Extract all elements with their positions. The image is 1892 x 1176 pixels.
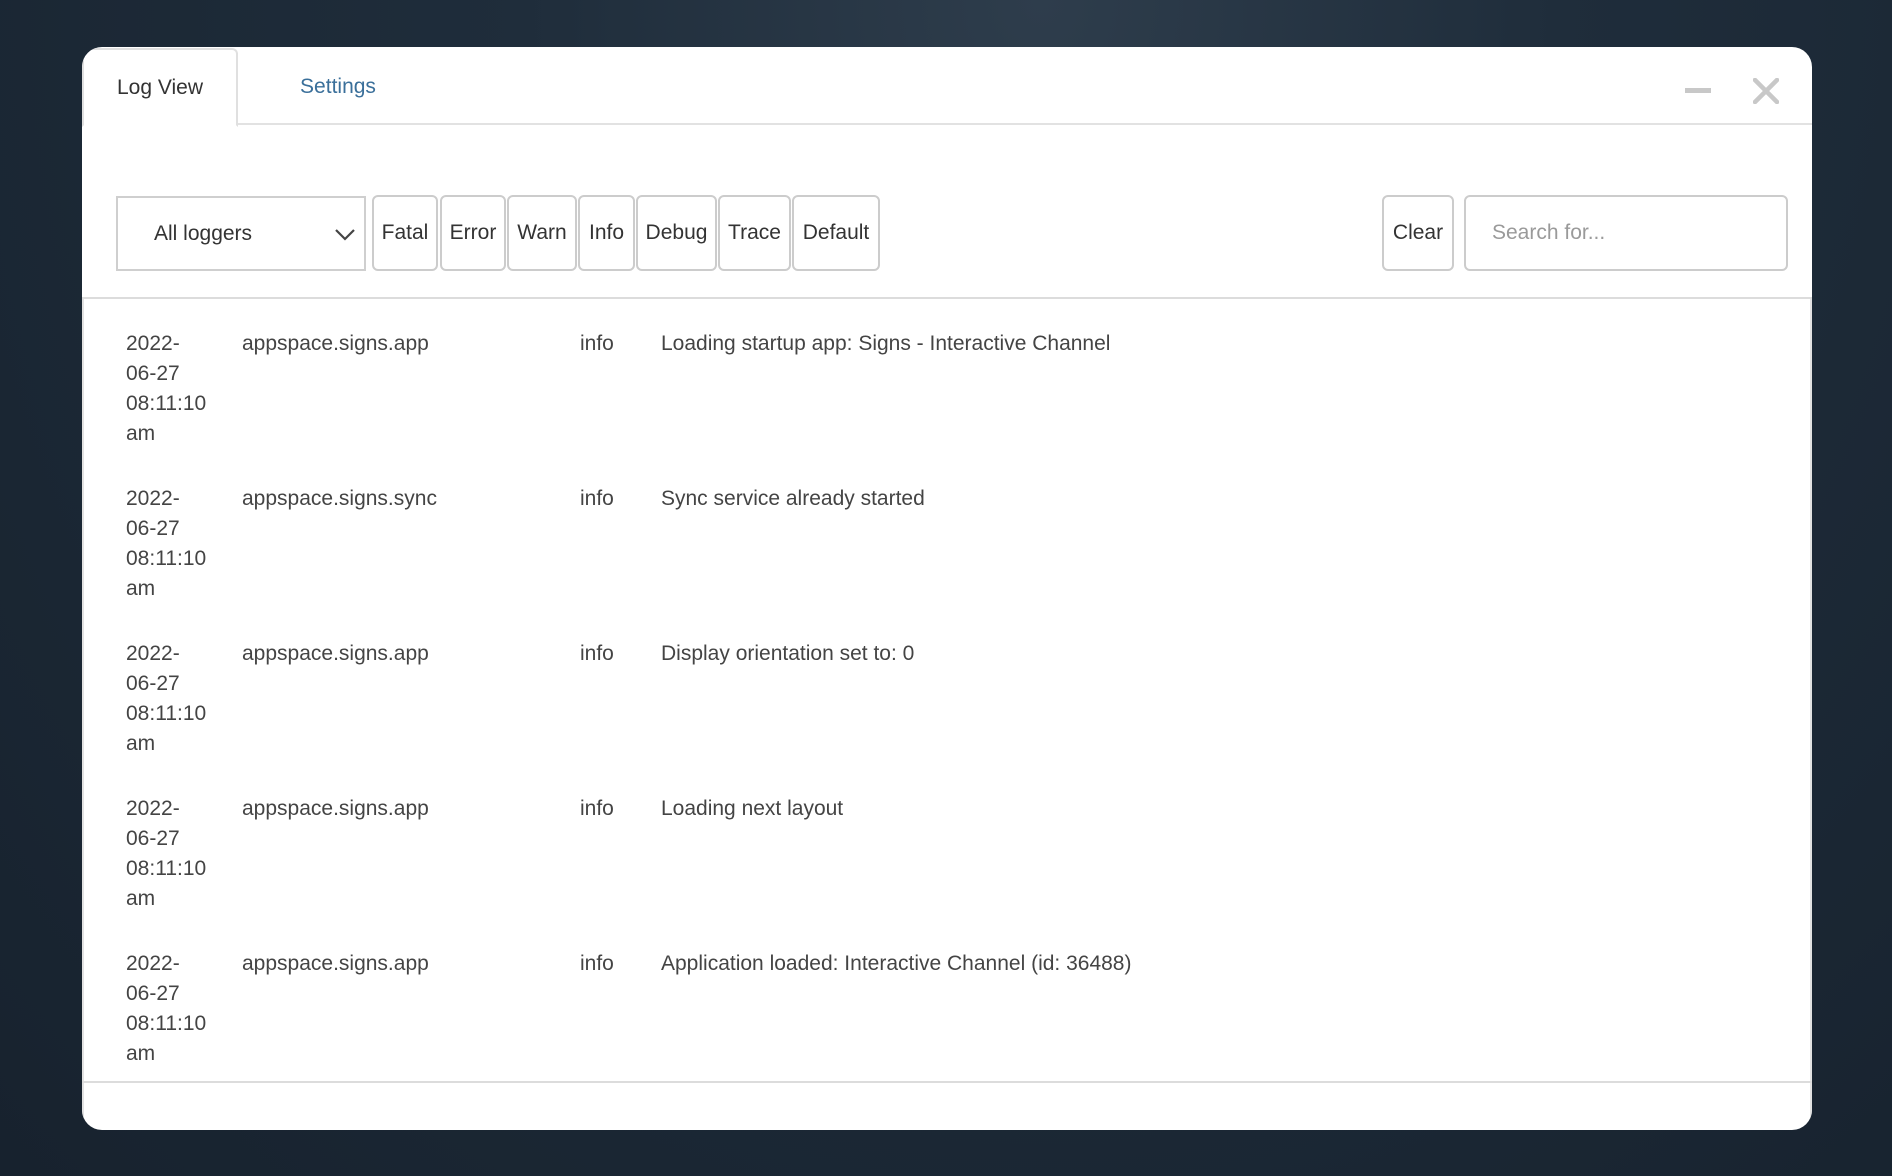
logger-select[interactable]: All loggers (116, 196, 366, 271)
level-fatal-button[interactable]: Fatal (372, 195, 438, 271)
log-level: info (580, 487, 614, 510)
log-row[interactable]: 2022- 06-27 08:11:10 am appspace.signs.app … (84, 299, 1810, 454)
minimize-icon[interactable] (1678, 71, 1718, 111)
footer-divider (82, 1081, 1812, 1083)
log-message: Display orientation set to: 0 (661, 642, 915, 665)
log-timestamp: 2022- 06-27 08:11:10 am (126, 487, 207, 600)
log-row[interactable]: 2022- 06-27 08:11:10 am appspace.signs.app … (84, 919, 1810, 1074)
log-window: Log View Settings All loggers Fatal Erro… (82, 47, 1812, 1130)
log-message: Loading startup app: Signs - Interactive… (661, 332, 1111, 355)
logger-select-value: All loggers (154, 221, 253, 245)
log-row[interactable]: 2022- 06-27 08:11:10 am appspace.signs.sync… (84, 454, 1810, 609)
log-timestamp: 2022- 06-27 08:11:10 am (126, 952, 207, 1065)
log-timestamp: 2022- 06-27 08:11:10 am (126, 332, 207, 445)
log-logger: appspace.signs.app (242, 642, 429, 665)
clear-button[interactable]: Clear (1382, 195, 1454, 271)
tab-settings[interactable]: Settings (278, 48, 398, 125)
log-logger: appspace.signs.app (242, 797, 429, 820)
level-warn-button[interactable]: Warn (507, 195, 577, 271)
log-level: info (580, 952, 614, 975)
log-logger: appspace.signs.app (242, 952, 429, 975)
filter-toolbar: All loggers Fatal Error Warn Info Debug … (82, 125, 1812, 299)
level-error-button[interactable]: Error (440, 195, 506, 271)
level-default-button[interactable]: Default (792, 195, 880, 271)
chevron-down-icon (334, 224, 356, 248)
tab-bar: Log View Settings (82, 47, 1812, 127)
log-message: Application loaded: Interactive Channel … (661, 952, 1132, 975)
log-list: 2022- 06-27 08:11:10 am appspace.signs.app … (82, 299, 1812, 1130)
log-row[interactable]: 2022- 06-27 08:11:10 am appspace.signs.app … (84, 609, 1810, 764)
level-debug-button[interactable]: Debug (636, 195, 717, 271)
level-info-button[interactable]: Info (578, 195, 635, 271)
level-trace-button[interactable]: Trace (718, 195, 791, 271)
log-logger: appspace.signs.sync (242, 487, 437, 510)
search-input[interactable] (1464, 195, 1788, 271)
log-timestamp: 2022- 06-27 08:11:10 am (126, 797, 207, 910)
log-level: info (580, 797, 614, 820)
tab-log-view[interactable]: Log View (82, 48, 238, 127)
log-logger: appspace.signs.app (242, 332, 429, 355)
log-row[interactable]: 2022- 06-27 08:11:10 am appspace.signs.app … (84, 764, 1810, 919)
log-message: Sync service already started (661, 487, 925, 510)
log-level: info (580, 332, 614, 355)
log-timestamp: 2022- 06-27 08:11:10 am (126, 642, 207, 755)
log-level: info (580, 642, 614, 665)
log-message: Loading next layout (661, 797, 844, 820)
close-icon[interactable] (1746, 71, 1786, 111)
